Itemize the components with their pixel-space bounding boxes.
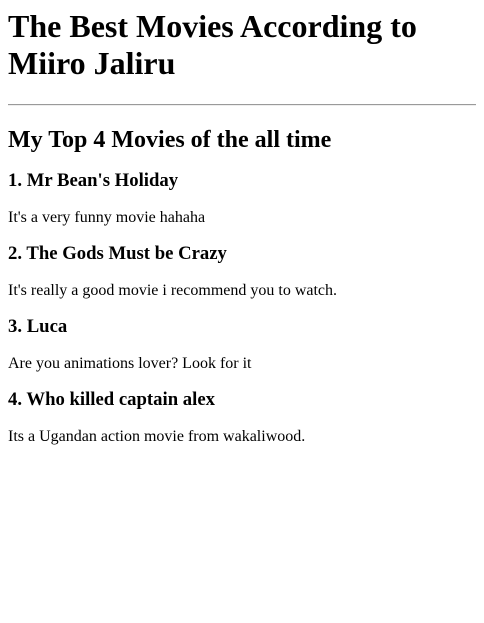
movie-title: 4. Who killed captain alex [8, 389, 215, 410]
movie-description: It's really a good movie i recommend you… [8, 282, 338, 299]
movie-description: Its a Ugandan action movie from wakaliwo… [8, 428, 306, 445]
movie-title: 1. Mr Bean's Holiday [8, 170, 179, 191]
page-content: The Best Movies According to Miiro Jalir… [0, 0, 484, 446]
movie-description: It's a very funny movie hahaha [8, 209, 206, 226]
movie-title: 2. The Gods Must be Crazy [8, 243, 227, 264]
movie-title: 3. Luca [8, 316, 68, 337]
movie-description: Are you animations lover? Look for it [8, 355, 252, 372]
title-divider [8, 104, 476, 106]
movie-item: 2. The Gods Must be Crazy It's really a … [8, 243, 476, 300]
section-heading: My Top 4 Movies of the all time [8, 127, 332, 153]
movie-item: 3. Luca Are you animations lover? Look f… [8, 316, 476, 373]
movie-item: 1. Mr Bean's Holiday It's a very funny m… [8, 170, 476, 227]
page-title: The Best Movies According to Miiro Jalir… [8, 8, 417, 81]
movie-item: 4. Who killed captain alex Its a Ugandan… [8, 389, 476, 446]
